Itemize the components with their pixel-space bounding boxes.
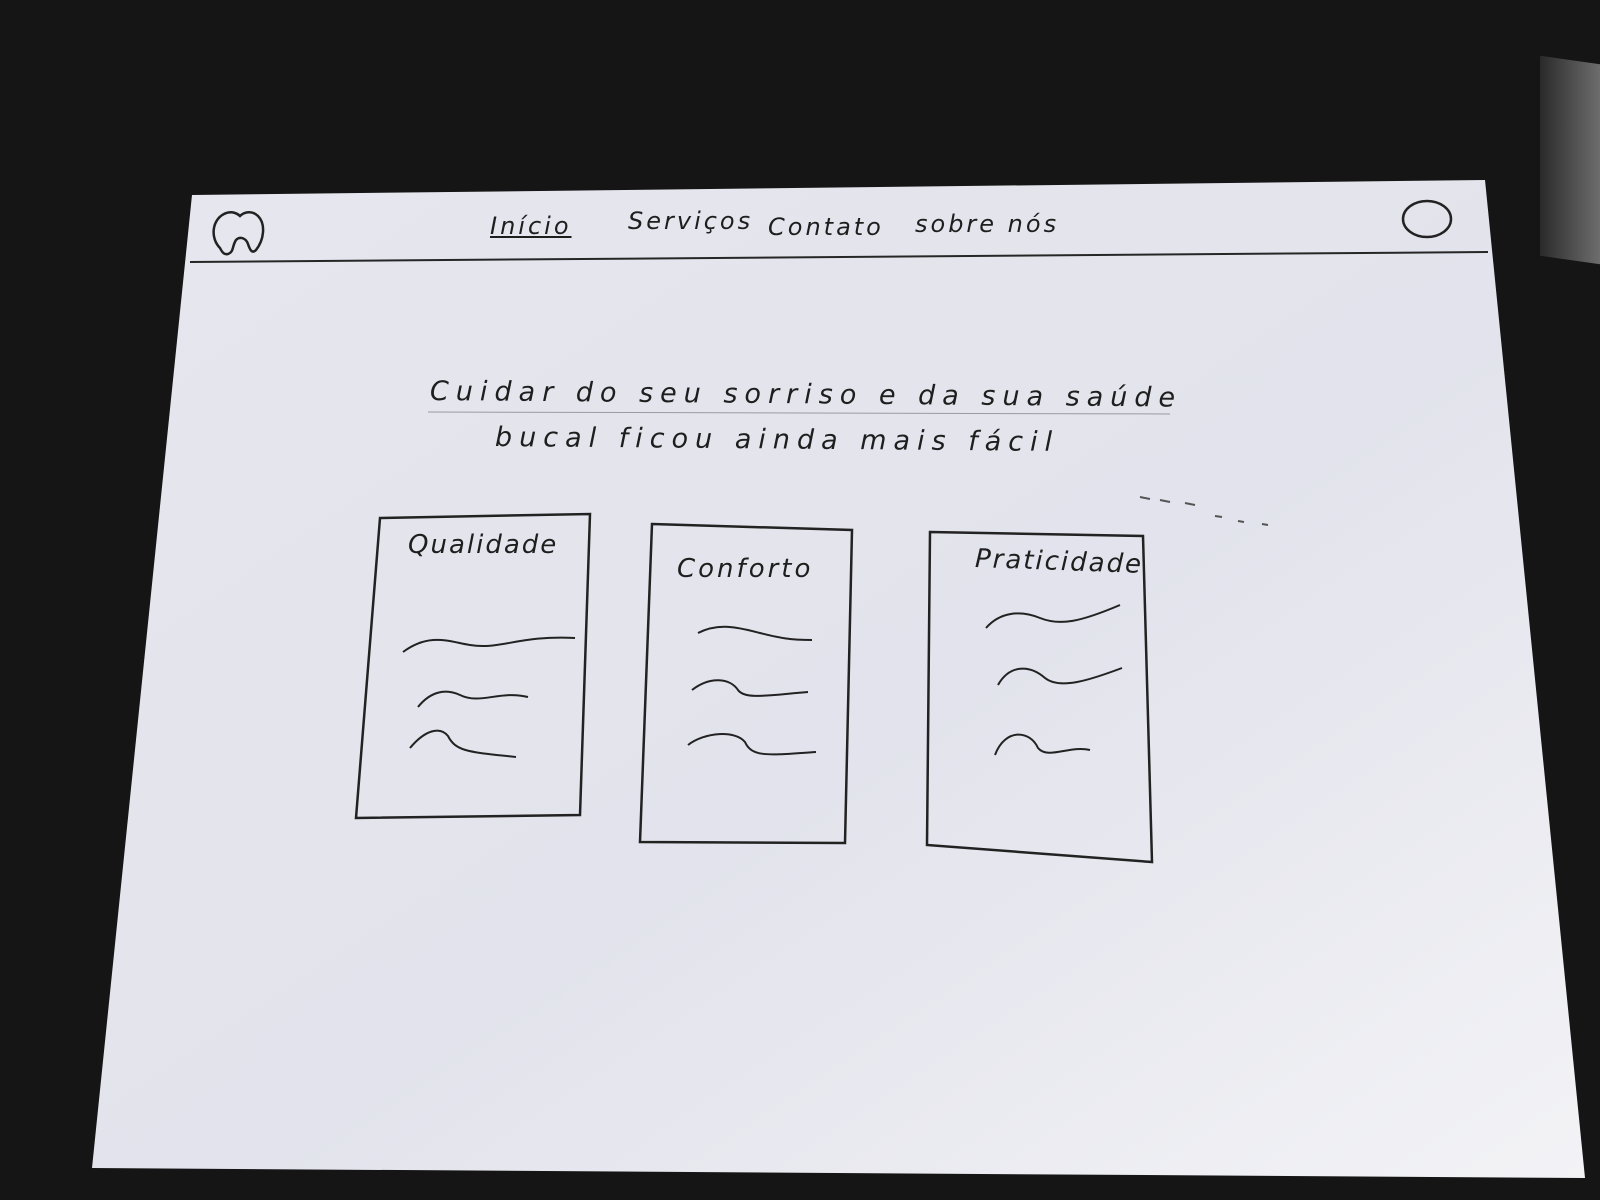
paper-sketch: Início Serviços Contato sobre nós Cuidar… xyxy=(0,0,1600,1200)
card-title-praticidade: Praticidade xyxy=(974,544,1144,580)
paper-sheet xyxy=(92,180,1585,1178)
nav-item-servicos[interactable]: Serviços xyxy=(628,207,753,235)
hero-headline-line-1: Cuidar do seu sorriso e da sua saúde xyxy=(429,376,1183,414)
card-title-conforto: Conforto xyxy=(677,554,814,584)
hero-headline-line-2: bucal ficou ainda mais fácil xyxy=(494,422,1060,458)
nav-item-sobre-nos[interactable]: sobre nós xyxy=(915,210,1059,238)
nav-item-contato[interactable]: Contato xyxy=(768,213,884,241)
sketch-drawing xyxy=(92,180,1585,1178)
nav-item-inicio[interactable]: Início xyxy=(490,212,572,240)
card-title-qualidade: Qualidade xyxy=(408,530,559,560)
